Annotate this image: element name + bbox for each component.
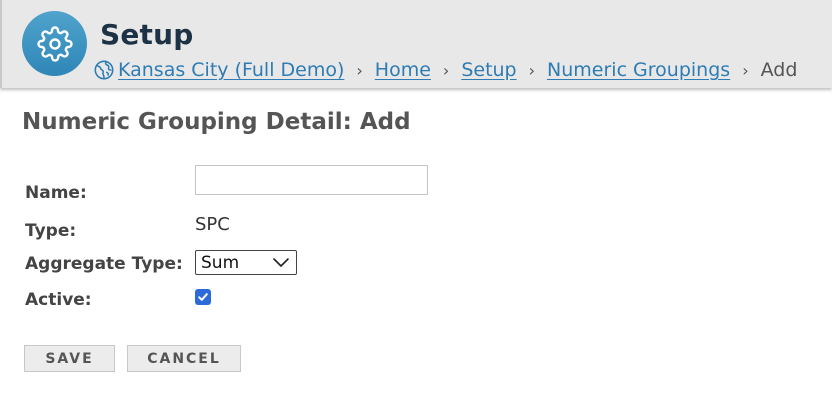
active-checkbox[interactable] xyxy=(195,289,211,305)
breadcrumb-separator: › xyxy=(528,60,536,80)
breadcrumb-link-home[interactable]: Home xyxy=(375,59,431,81)
aggregate-type-select[interactable]: Sum xyxy=(195,250,297,275)
save-button[interactable]: SAVE xyxy=(24,345,115,372)
page-title: Setup xyxy=(100,18,194,51)
type-value: SPC xyxy=(195,214,230,235)
aggregate-type-selected: Sum xyxy=(201,252,240,273)
name-input[interactable] xyxy=(195,165,428,195)
form-heading: Numeric Grouping Detail: Add xyxy=(22,109,411,135)
breadcrumb-link-setup[interactable]: Setup xyxy=(461,59,516,81)
chevron-down-icon xyxy=(273,258,289,267)
breadcrumb: Kansas City (Full Demo) › Home › Setup ›… xyxy=(93,56,797,84)
page-header: Setup Kansas City (Full Demo) › Home › S… xyxy=(0,0,832,88)
globe-icon xyxy=(93,59,115,81)
active-label: Active: xyxy=(25,290,92,310)
header-edge xyxy=(0,0,2,88)
aggregate-type-label: Aggregate Type: xyxy=(25,254,183,274)
checkmark-icon xyxy=(198,293,208,301)
breadcrumb-link-site[interactable]: Kansas City (Full Demo) xyxy=(118,59,344,81)
name-label: Name: xyxy=(25,183,87,203)
breadcrumb-separator: › xyxy=(742,60,749,80)
gear-icon xyxy=(36,25,73,62)
type-label: Type: xyxy=(25,221,77,241)
cancel-button[interactable]: CANCEL xyxy=(127,345,241,372)
breadcrumb-separator: › xyxy=(356,60,363,80)
breadcrumb-separator: › xyxy=(442,60,450,80)
breadcrumb-link-numeric-groupings[interactable]: Numeric Groupings xyxy=(547,59,730,81)
app-icon-badge xyxy=(22,11,87,76)
breadcrumb-current: Add xyxy=(760,59,798,81)
page: Setup Kansas City (Full Demo) › Home › S… xyxy=(0,0,832,420)
